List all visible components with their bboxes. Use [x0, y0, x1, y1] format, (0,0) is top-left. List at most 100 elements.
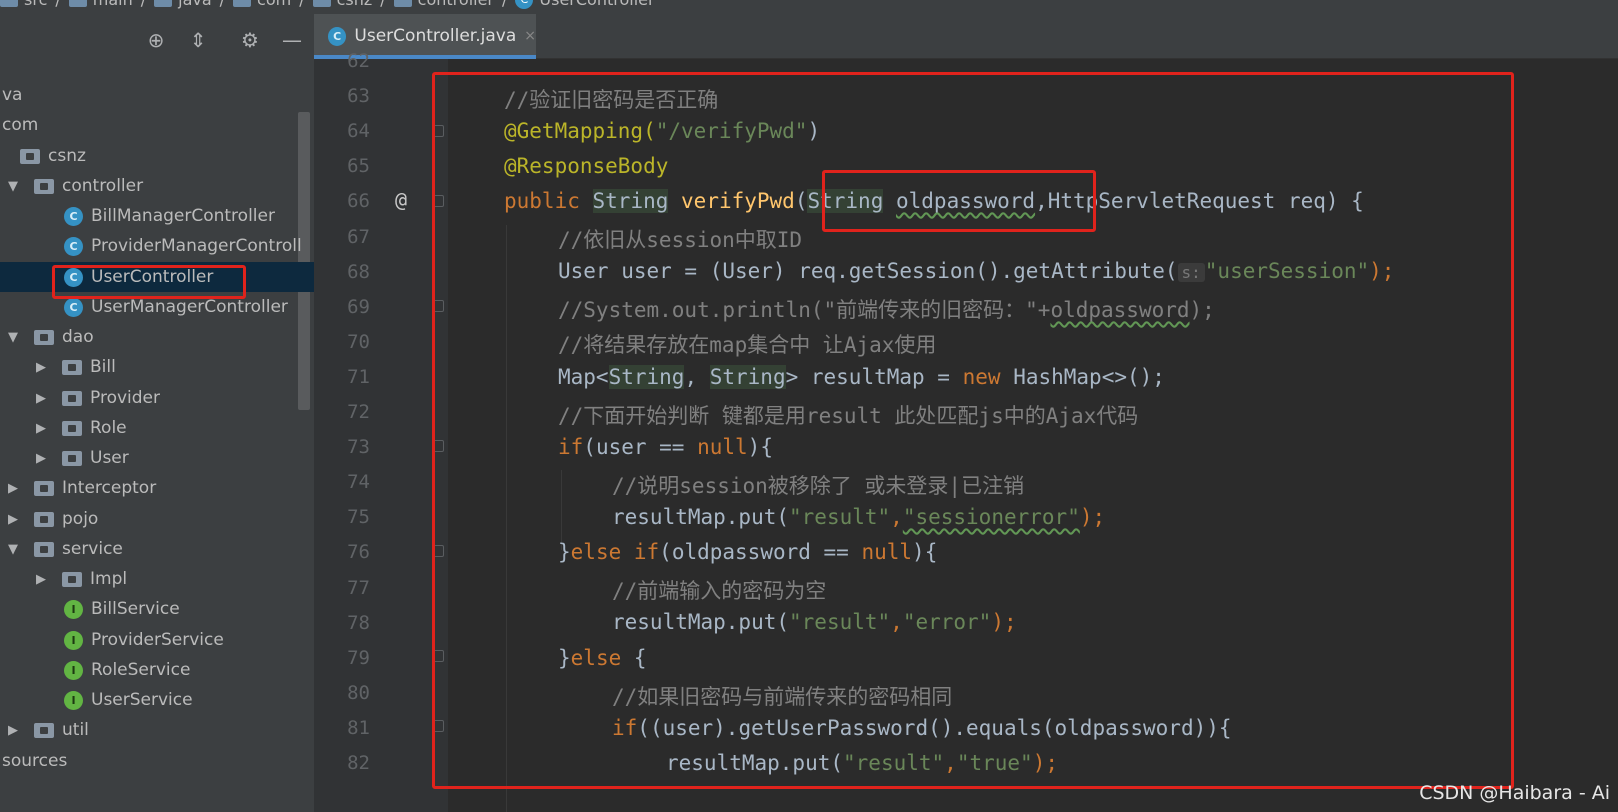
- chevron-right-icon[interactable]: ▶: [34, 451, 48, 466]
- tree-item-label: Interceptor: [62, 478, 157, 498]
- hide-panel-icon[interactable]: —: [280, 28, 304, 52]
- tree-item-com[interactable]: com: [0, 110, 314, 140]
- tree-item-usercontroller[interactable]: C UserController: [0, 262, 314, 292]
- fold-marker-icon[interactable]: [432, 440, 444, 452]
- tree-item-providermanagercontroll[interactable]: C ProviderManagerControll: [0, 231, 314, 261]
- fold-marker-icon[interactable]: [432, 195, 444, 207]
- breadcrumb-item[interactable]: main: [68, 0, 133, 9]
- package-icon: [34, 722, 54, 738]
- line-number: 81: [347, 716, 370, 739]
- code-line-70: //将结果存放在map集合中 让Ajax使用: [558, 333, 937, 357]
- package-icon: [62, 450, 82, 466]
- tree-item-dao[interactable]: ▼ dao: [0, 322, 314, 352]
- breadcrumb-item[interactable]: src: [0, 0, 47, 9]
- breadcrumb-separator: /: [141, 0, 146, 9]
- line-number: 72: [347, 401, 370, 423]
- package-icon: [62, 420, 82, 436]
- tree-item-label: util: [62, 720, 89, 740]
- breadcrumb-label: src: [24, 0, 47, 9]
- class-icon: C: [328, 26, 347, 46]
- breadcrumb-item[interactable]: C UserController: [515, 0, 655, 9]
- tree-item-providerservice[interactable]: I ProviderService: [0, 625, 314, 655]
- tree-item-roleservice[interactable]: I RoleService: [0, 655, 314, 685]
- chevron-right-icon[interactable]: ▶: [6, 512, 20, 527]
- line-number: 73: [347, 436, 370, 459]
- tree-item-label: BillService: [91, 599, 180, 619]
- tree-item-role[interactable]: ▶ Role: [0, 413, 314, 443]
- tree-item-va[interactable]: va: [0, 80, 314, 110]
- line-number: 80: [347, 681, 370, 704]
- line-number: 65: [347, 155, 370, 178]
- breadcrumb-item[interactable]: com: [233, 0, 291, 9]
- tree-item-label: pojo: [62, 509, 99, 529]
- tree-item-usermanagercontroller[interactable]: C UserManagerController: [0, 292, 314, 322]
- chevron-right-icon[interactable]: ▶: [6, 723, 20, 738]
- package-icon: [34, 329, 54, 345]
- chevron-down-icon[interactable]: ▼: [6, 542, 20, 557]
- tree-item-label: User: [90, 448, 129, 468]
- tree-item-billmanagercontroller[interactable]: C BillManagerController: [0, 201, 314, 231]
- tree-item-userservice[interactable]: I UserService: [0, 685, 314, 715]
- chevron-down-icon[interactable]: ▼: [6, 330, 20, 345]
- fold-marker-icon[interactable]: [432, 300, 444, 312]
- breadcrumb-separator: /: [220, 0, 225, 9]
- locate-icon[interactable]: ⊕: [144, 28, 168, 52]
- tree-item-util[interactable]: ▶ util: [0, 715, 314, 745]
- tree-item-provider[interactable]: ▶ Provider: [0, 383, 314, 413]
- chevron-right-icon[interactable]: ▶: [34, 391, 48, 406]
- code-line-64: @GetMapping("/verifyPwd"): [504, 119, 821, 143]
- code-line-79: }else {: [558, 646, 647, 670]
- package-icon: [62, 571, 82, 587]
- tree-item-sources[interactable]: sources: [0, 746, 314, 776]
- code-line-65: @ResponseBody: [504, 154, 669, 178]
- code-line-82: resultMap.put("result","true");: [666, 751, 1058, 775]
- code-line-74: //说明session被移除了 或未登录|已注销: [612, 474, 1025, 498]
- code-line-69: //System.out.println("前端传来的旧密码："+oldpass…: [558, 298, 1215, 322]
- fold-marker-icon[interactable]: [432, 650, 444, 662]
- collapse-all-icon[interactable]: ⇕: [186, 28, 210, 52]
- fold-marker-icon[interactable]: [432, 545, 444, 557]
- tree-item-label: ProviderService: [91, 630, 224, 650]
- tree-item-label: dao: [62, 327, 94, 347]
- tree-item-label: BillManagerController: [91, 206, 275, 226]
- chevron-right-icon[interactable]: ▶: [6, 481, 20, 496]
- tree-item-bill[interactable]: ▶ Bill: [0, 352, 314, 382]
- breadcrumb-label: java: [178, 0, 212, 9]
- gear-icon[interactable]: ⚙: [238, 28, 262, 52]
- chevron-right-icon[interactable]: ▶: [34, 572, 48, 587]
- tree-item-label: Provider: [90, 388, 160, 408]
- package-icon: [34, 541, 54, 557]
- tree-item-pojo[interactable]: ▶ pojo: [0, 504, 314, 534]
- close-icon[interactable]: ×: [524, 28, 536, 44]
- breadcrumb-item[interactable]: csnz: [312, 0, 372, 9]
- tree-item-interceptor[interactable]: ▶ Interceptor: [0, 473, 314, 503]
- tree-item-billservice[interactable]: I BillService: [0, 594, 314, 624]
- chevron-right-icon[interactable]: ▶: [34, 360, 48, 375]
- line-number: 70: [347, 330, 370, 353]
- breadcrumb-label: main: [93, 0, 133, 9]
- tree-item-controller[interactable]: ▼ controller: [0, 171, 314, 201]
- breadcrumb-item[interactable]: java: [154, 0, 212, 9]
- interface-icon: I: [64, 599, 83, 619]
- editor-tab-bar: C UserController.java ×: [314, 10, 1618, 59]
- chevron-right-icon[interactable]: ▶: [34, 421, 48, 436]
- tree-item-service[interactable]: ▼ service: [0, 534, 314, 564]
- code-line-77: //前端输入的密码为空: [612, 579, 827, 603]
- indent-guide: [561, 470, 562, 550]
- folder-icon: [0, 0, 18, 7]
- class-icon: C: [64, 236, 83, 256]
- chevron-down-icon[interactable]: ▼: [6, 179, 20, 194]
- line-number: 82: [347, 752, 370, 774]
- breadcrumb-item[interactable]: controller: [393, 0, 494, 9]
- line-number: 77: [347, 576, 370, 599]
- code-line-80: //如果旧密码与前端传来的密码相同: [612, 685, 953, 709]
- fold-marker-icon[interactable]: [432, 125, 444, 137]
- override-marker-icon[interactable]: @: [395, 188, 407, 212]
- tree-item-csnz[interactable]: csnz: [0, 141, 314, 171]
- tree-item-user[interactable]: ▶ User: [0, 443, 314, 473]
- fold-marker-icon[interactable]: [432, 720, 444, 732]
- folder-icon: [154, 0, 173, 7]
- line-number: 78: [347, 611, 370, 634]
- line-number: 67: [347, 225, 370, 248]
- tree-item-impl[interactable]: ▶ Impl: [0, 564, 314, 594]
